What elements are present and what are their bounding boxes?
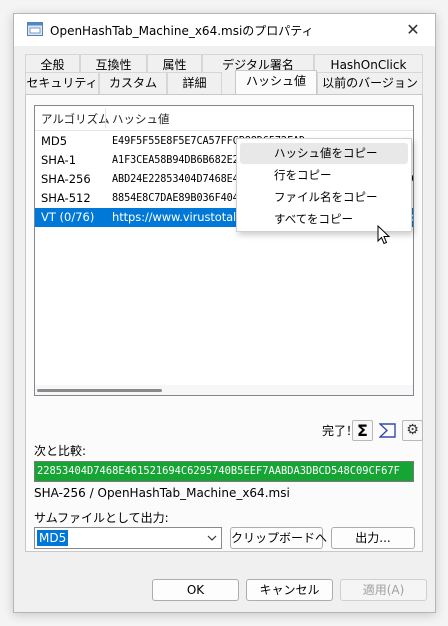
chevron-down-icon <box>207 529 217 550</box>
gear-icon: ⚙ <box>406 422 419 438</box>
tab-details[interactable]: 詳細 <box>167 72 222 94</box>
output-label: サムファイルとして出力: <box>34 511 169 525</box>
row-algorithm: MD5 <box>41 134 68 148</box>
msi-file-icon <box>27 22 43 36</box>
scrollbar-thumb[interactable] <box>37 389 162 392</box>
horizontal-scrollbar[interactable] <box>35 385 413 395</box>
output-format-select[interactable]: MD5 <box>34 527 222 549</box>
virustotal-button[interactable] <box>377 420 398 441</box>
menu-item-copy-line[interactable]: 行をコピー <box>240 165 408 186</box>
export-button[interactable]: 出力... <box>331 527 415 549</box>
row-algorithm: SHA-256 <box>41 172 91 186</box>
menu-item-copy-hash[interactable]: ハッシュ値をコピー <box>240 143 408 164</box>
window-title: OpenHashTab_Machine_x64.msiのプロパティ <box>50 24 314 38</box>
column-header-hash[interactable]: ハッシュ値 <box>112 111 170 127</box>
column-header-algorithm[interactable]: アルゴリズム <box>41 111 110 127</box>
ok-button[interactable]: OK <box>152 579 239 601</box>
sum-file-button[interactable]: Σ <box>352 420 373 441</box>
apply-button[interactable]: 適用(A) <box>340 579 427 601</box>
compare-label: 次と比較: <box>34 444 87 458</box>
tab-security[interactable]: セキュリティ <box>25 72 99 94</box>
tab-hashes[interactable]: ハッシュ値 <box>235 70 317 94</box>
context-menu: ハッシュ値をコピー 行をコピー ファイル名をコピー すべてをコピー <box>236 138 412 232</box>
tab-row-lower: セキュリティ カスタム 詳細 ハッシュ値 以前のバージョン <box>25 70 423 94</box>
tab-custom[interactable]: カスタム <box>99 72 167 94</box>
mouse-cursor-icon <box>377 224 391 248</box>
sigma-icon: Σ <box>357 421 368 440</box>
close-button[interactable]: ✕ <box>391 14 435 46</box>
virustotal-icon <box>378 423 396 441</box>
output-format-value: MD5 <box>37 530 69 546</box>
cancel-button[interactable]: キャンセル <box>246 579 333 601</box>
list-header: アルゴリズム ハッシュ値 <box>35 106 413 131</box>
compare-input[interactable]: 22853404D7468E461521694C6295740B5EEF7AAB… <box>34 461 414 482</box>
tab-previous-versions[interactable]: 以前のバージョン <box>317 72 423 94</box>
settings-button[interactable]: ⚙ <box>402 420 423 441</box>
properties-dialog: OpenHashTab_Machine_x64.msiのプロパティ ✕ 全般 互… <box>13 13 436 613</box>
compare-match-info: SHA-256 / OpenHashTab_Machine_x64.msi <box>34 486 290 500</box>
menu-item-copy-filename[interactable]: ファイル名をコピー <box>240 187 408 208</box>
column-divider[interactable] <box>105 108 106 128</box>
title-bar: OpenHashTab_Machine_x64.msiのプロパティ ✕ <box>14 14 435 46</box>
row-algorithm: VT (0/76) <box>41 210 95 224</box>
row-algorithm: SHA-512 <box>41 191 91 205</box>
row-algorithm: SHA-1 <box>41 153 77 167</box>
copy-to-clipboard-button[interactable]: クリップボードへ <box>230 527 327 549</box>
